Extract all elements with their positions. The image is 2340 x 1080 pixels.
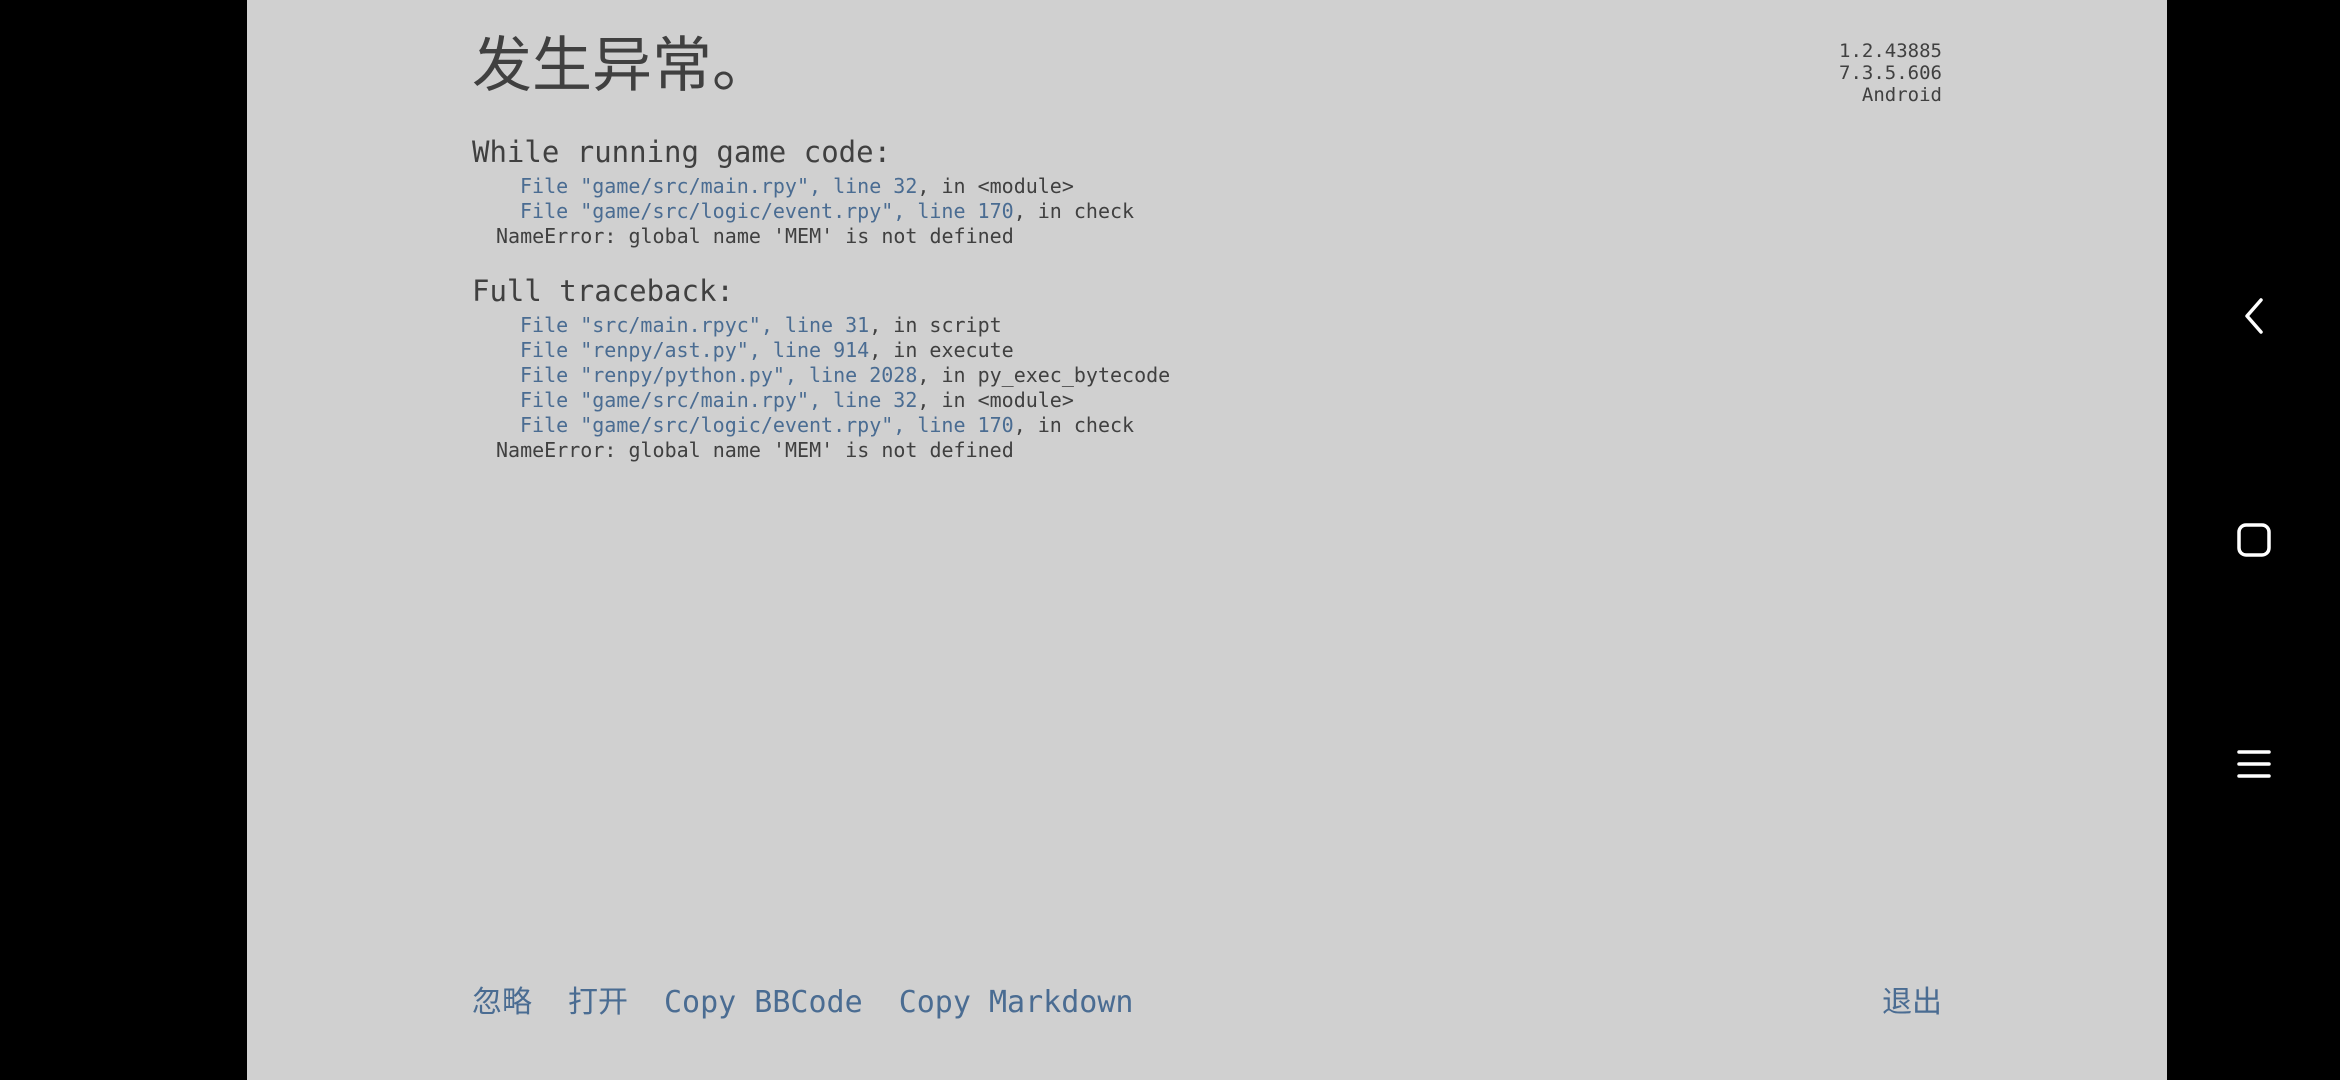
exception-screen: 发生异常。 1.2.43885 7.3.5.606 Android While … xyxy=(247,0,2167,1080)
left-letterbox xyxy=(0,0,247,1080)
traceback-file-link[interactable]: File "src/main.rpyc", line 31 xyxy=(520,313,869,337)
traceback-line: File "renpy/python.py", line 2028, in py… xyxy=(472,363,1170,388)
ignore-button[interactable]: 忽略 xyxy=(472,985,532,1021)
traceback-file-link[interactable]: File "renpy/python.py", line 2028 xyxy=(520,363,917,387)
recents-button[interactable] xyxy=(2224,734,2284,794)
traceback-line: File "game/src/logic/event.rpy", line 17… xyxy=(472,199,1134,224)
version-info: 1.2.43885 7.3.5.606 Android xyxy=(1839,40,1942,106)
traceback-context: , in <module> xyxy=(917,388,1074,412)
home-button[interactable] xyxy=(2224,510,2284,570)
traceback-line: File "renpy/ast.py", line 914, in execut… xyxy=(472,338,1170,363)
traceback-context: , in script xyxy=(869,313,1002,337)
traceback-line: File "game/src/main.rpy", line 32, in <m… xyxy=(472,174,1134,199)
version-line-3: Android xyxy=(1861,84,1942,106)
android-nav-bar xyxy=(2167,0,2340,1080)
traceback-file-link[interactable]: File "game/src/main.rpy", line 32 xyxy=(520,388,917,412)
traceback-context: , in check xyxy=(1013,413,1135,437)
back-icon xyxy=(2244,298,2263,334)
traceback-context: , in execute xyxy=(869,338,1014,362)
version-line-1: 1.2.43885 xyxy=(1839,40,1942,62)
recents-icon xyxy=(2236,750,2271,778)
traceback-file-link[interactable]: File "renpy/ast.py", line 914 xyxy=(520,338,869,362)
game-code-heading: While running game code: xyxy=(472,135,892,169)
page-title: 发生异常。 xyxy=(472,31,772,101)
full-traceback-heading: Full traceback: xyxy=(472,274,734,308)
traceback-context: , in py_exec_bytecode xyxy=(917,363,1171,387)
traceback-context: , in <module> xyxy=(917,174,1074,198)
quit-button[interactable]: 退出 xyxy=(1882,985,1942,1021)
home-icon xyxy=(2236,523,2271,557)
open-button[interactable]: 打开 xyxy=(568,985,628,1021)
copy-bbcode-button[interactable]: Copy BBCode xyxy=(664,985,863,1021)
traceback-context: , in check xyxy=(1013,199,1135,223)
version-line-2: 7.3.5.606 xyxy=(1839,62,1942,84)
traceback-line: File "game/src/main.rpy", line 32, in <m… xyxy=(472,388,1170,413)
traceback-file-link[interactable]: File "game/src/logic/event.rpy", line 17… xyxy=(520,413,1014,437)
traceback-file-link[interactable]: File "game/src/main.rpy", line 32 xyxy=(520,174,917,198)
traceback-file-link[interactable]: File "game/src/logic/event.rpy", line 17… xyxy=(520,199,1014,223)
traceback-line: File "game/src/logic/event.rpy", line 17… xyxy=(472,413,1170,438)
back-button[interactable] xyxy=(2224,286,2284,346)
traceback-line: File "src/main.rpyc", line 31, in script xyxy=(472,313,1170,338)
error-message: NameError: global name 'MEM' is not defi… xyxy=(496,438,1014,462)
full-traceback-section: Full traceback: File "src/main.rpyc", li… xyxy=(472,273,1170,463)
copy-markdown-button[interactable]: Copy Markdown xyxy=(899,985,1134,1021)
action-buttons: 忽略 打开 Copy BBCode Copy Markdown xyxy=(472,985,1134,1021)
error-message: NameError: global name 'MEM' is not defi… xyxy=(496,224,1014,248)
game-code-section: While running game code: File "game/src/… xyxy=(472,134,1134,249)
